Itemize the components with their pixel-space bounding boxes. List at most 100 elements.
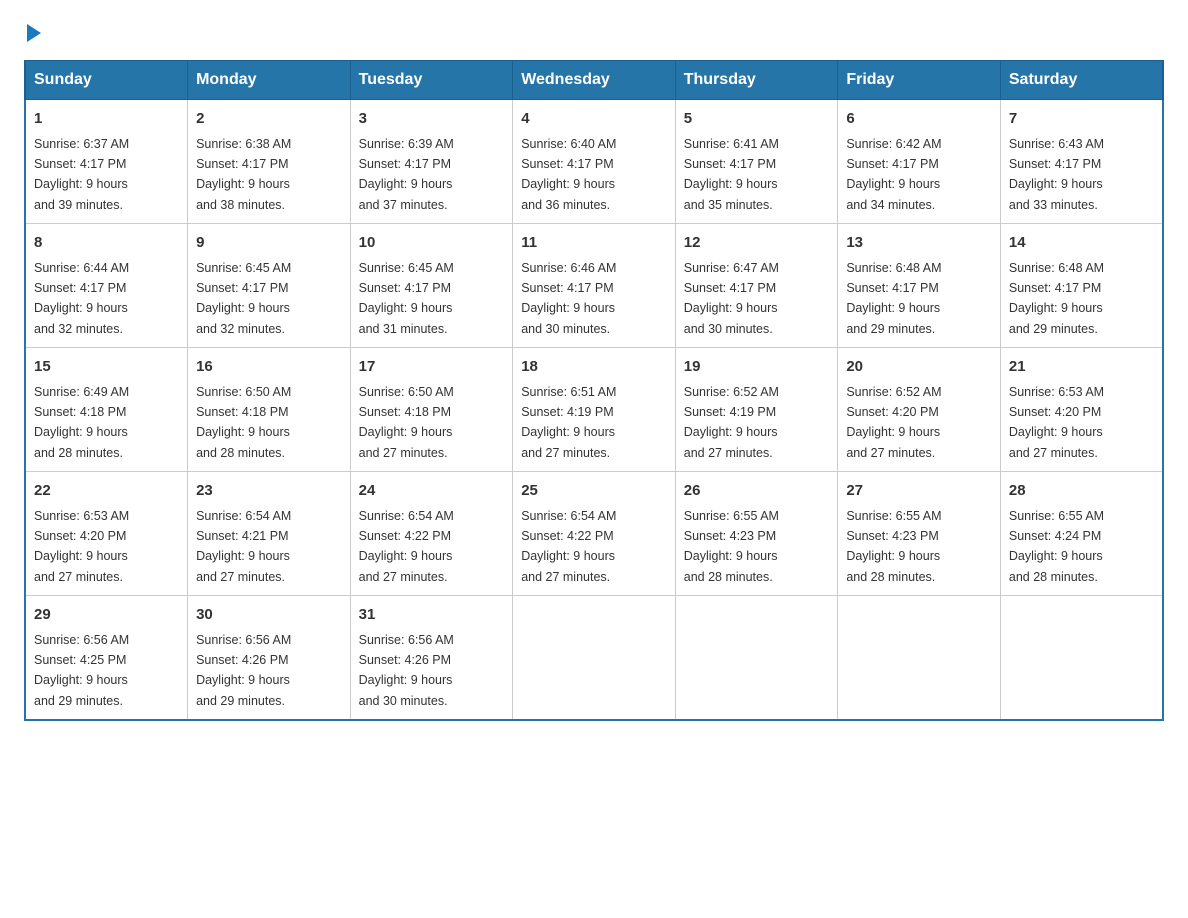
calendar-cell: 1 Sunrise: 6:37 AMSunset: 4:17 PMDayligh… [25,100,188,224]
day-number: 16 [196,356,342,379]
logo-line1 [24,24,41,42]
day-number: 9 [196,232,342,255]
day-info: Sunrise: 6:56 AMSunset: 4:26 PMDaylight:… [196,633,291,708]
calendar-week-row: 8 Sunrise: 6:44 AMSunset: 4:17 PMDayligh… [25,224,1163,348]
calendar-cell [513,596,676,721]
column-header-saturday: Saturday [1000,61,1163,100]
calendar-week-row: 15 Sunrise: 6:49 AMSunset: 4:18 PMDaylig… [25,348,1163,472]
column-header-friday: Friday [838,61,1001,100]
day-number: 30 [196,604,342,627]
day-number: 13 [846,232,992,255]
day-number: 25 [521,480,667,503]
day-number: 3 [359,108,505,131]
day-info: Sunrise: 6:54 AMSunset: 4:22 PMDaylight:… [521,509,616,584]
calendar-week-row: 1 Sunrise: 6:37 AMSunset: 4:17 PMDayligh… [25,100,1163,224]
day-number: 26 [684,480,830,503]
calendar-cell: 3 Sunrise: 6:39 AMSunset: 4:17 PMDayligh… [350,100,513,224]
day-info: Sunrise: 6:47 AMSunset: 4:17 PMDaylight:… [684,261,779,336]
day-number: 4 [521,108,667,131]
column-header-monday: Monday [188,61,351,100]
day-info: Sunrise: 6:55 AMSunset: 4:24 PMDaylight:… [1009,509,1104,584]
calendar-cell: 14 Sunrise: 6:48 AMSunset: 4:17 PMDaylig… [1000,224,1163,348]
calendar-cell: 24 Sunrise: 6:54 AMSunset: 4:22 PMDaylig… [350,472,513,596]
day-number: 14 [1009,232,1154,255]
day-info: Sunrise: 6:53 AMSunset: 4:20 PMDaylight:… [34,509,129,584]
day-info: Sunrise: 6:50 AMSunset: 4:18 PMDaylight:… [196,385,291,460]
calendar-cell: 25 Sunrise: 6:54 AMSunset: 4:22 PMDaylig… [513,472,676,596]
calendar-cell: 23 Sunrise: 6:54 AMSunset: 4:21 PMDaylig… [188,472,351,596]
calendar-cell: 30 Sunrise: 6:56 AMSunset: 4:26 PMDaylig… [188,596,351,721]
calendar-cell: 2 Sunrise: 6:38 AMSunset: 4:17 PMDayligh… [188,100,351,224]
calendar-cell: 4 Sunrise: 6:40 AMSunset: 4:17 PMDayligh… [513,100,676,224]
day-info: Sunrise: 6:48 AMSunset: 4:17 PMDaylight:… [846,261,941,336]
day-info: Sunrise: 6:40 AMSunset: 4:17 PMDaylight:… [521,137,616,212]
calendar-cell: 9 Sunrise: 6:45 AMSunset: 4:17 PMDayligh… [188,224,351,348]
day-number: 8 [34,232,179,255]
day-info: Sunrise: 6:48 AMSunset: 4:17 PMDaylight:… [1009,261,1104,336]
day-info: Sunrise: 6:55 AMSunset: 4:23 PMDaylight:… [846,509,941,584]
day-info: Sunrise: 6:53 AMSunset: 4:20 PMDaylight:… [1009,385,1104,460]
calendar-cell: 6 Sunrise: 6:42 AMSunset: 4:17 PMDayligh… [838,100,1001,224]
calendar-cell: 31 Sunrise: 6:56 AMSunset: 4:26 PMDaylig… [350,596,513,721]
column-header-sunday: Sunday [25,61,188,100]
day-number: 24 [359,480,505,503]
day-number: 12 [684,232,830,255]
calendar-cell: 11 Sunrise: 6:46 AMSunset: 4:17 PMDaylig… [513,224,676,348]
day-number: 5 [684,108,830,131]
day-info: Sunrise: 6:51 AMSunset: 4:19 PMDaylight:… [521,385,616,460]
day-info: Sunrise: 6:42 AMSunset: 4:17 PMDaylight:… [846,137,941,212]
calendar-cell: 29 Sunrise: 6:56 AMSunset: 4:25 PMDaylig… [25,596,188,721]
day-number: 1 [34,108,179,131]
calendar-week-row: 22 Sunrise: 6:53 AMSunset: 4:20 PMDaylig… [25,472,1163,596]
day-info: Sunrise: 6:52 AMSunset: 4:20 PMDaylight:… [846,385,941,460]
calendar-cell: 15 Sunrise: 6:49 AMSunset: 4:18 PMDaylig… [25,348,188,472]
calendar-cell: 22 Sunrise: 6:53 AMSunset: 4:20 PMDaylig… [25,472,188,596]
day-info: Sunrise: 6:56 AMSunset: 4:25 PMDaylight:… [34,633,129,708]
calendar-cell: 17 Sunrise: 6:50 AMSunset: 4:18 PMDaylig… [350,348,513,472]
calendar-cell: 12 Sunrise: 6:47 AMSunset: 4:17 PMDaylig… [675,224,838,348]
day-number: 21 [1009,356,1154,379]
column-header-tuesday: Tuesday [350,61,513,100]
day-info: Sunrise: 6:55 AMSunset: 4:23 PMDaylight:… [684,509,779,584]
day-info: Sunrise: 6:54 AMSunset: 4:21 PMDaylight:… [196,509,291,584]
calendar-cell: 28 Sunrise: 6:55 AMSunset: 4:24 PMDaylig… [1000,472,1163,596]
day-info: Sunrise: 6:39 AMSunset: 4:17 PMDaylight:… [359,137,454,212]
page-header [24,24,1164,40]
logo [24,24,41,40]
day-number: 31 [359,604,505,627]
calendar-cell [838,596,1001,721]
day-info: Sunrise: 6:41 AMSunset: 4:17 PMDaylight:… [684,137,779,212]
day-info: Sunrise: 6:45 AMSunset: 4:17 PMDaylight:… [196,261,291,336]
calendar-cell: 7 Sunrise: 6:43 AMSunset: 4:17 PMDayligh… [1000,100,1163,224]
day-info: Sunrise: 6:56 AMSunset: 4:26 PMDaylight:… [359,633,454,708]
calendar-cell: 19 Sunrise: 6:52 AMSunset: 4:19 PMDaylig… [675,348,838,472]
calendar-cell: 20 Sunrise: 6:52 AMSunset: 4:20 PMDaylig… [838,348,1001,472]
column-header-wednesday: Wednesday [513,61,676,100]
day-number: 23 [196,480,342,503]
day-number: 19 [684,356,830,379]
day-info: Sunrise: 6:43 AMSunset: 4:17 PMDaylight:… [1009,137,1104,212]
day-number: 28 [1009,480,1154,503]
calendar-cell: 21 Sunrise: 6:53 AMSunset: 4:20 PMDaylig… [1000,348,1163,472]
calendar-table: SundayMondayTuesdayWednesdayThursdayFrid… [24,60,1164,721]
day-number: 18 [521,356,667,379]
day-info: Sunrise: 6:50 AMSunset: 4:18 PMDaylight:… [359,385,454,460]
day-info: Sunrise: 6:38 AMSunset: 4:17 PMDaylight:… [196,137,291,212]
day-number: 29 [34,604,179,627]
day-info: Sunrise: 6:44 AMSunset: 4:17 PMDaylight:… [34,261,129,336]
calendar-cell: 5 Sunrise: 6:41 AMSunset: 4:17 PMDayligh… [675,100,838,224]
day-info: Sunrise: 6:52 AMSunset: 4:19 PMDaylight:… [684,385,779,460]
calendar-header-row: SundayMondayTuesdayWednesdayThursdayFrid… [25,61,1163,100]
day-number: 27 [846,480,992,503]
calendar-cell [675,596,838,721]
calendar-cell [1000,596,1163,721]
day-info: Sunrise: 6:37 AMSunset: 4:17 PMDaylight:… [34,137,129,212]
day-number: 6 [846,108,992,131]
calendar-cell: 18 Sunrise: 6:51 AMSunset: 4:19 PMDaylig… [513,348,676,472]
day-number: 2 [196,108,342,131]
day-number: 15 [34,356,179,379]
calendar-cell: 8 Sunrise: 6:44 AMSunset: 4:17 PMDayligh… [25,224,188,348]
calendar-week-row: 29 Sunrise: 6:56 AMSunset: 4:25 PMDaylig… [25,596,1163,721]
day-number: 11 [521,232,667,255]
day-info: Sunrise: 6:54 AMSunset: 4:22 PMDaylight:… [359,509,454,584]
